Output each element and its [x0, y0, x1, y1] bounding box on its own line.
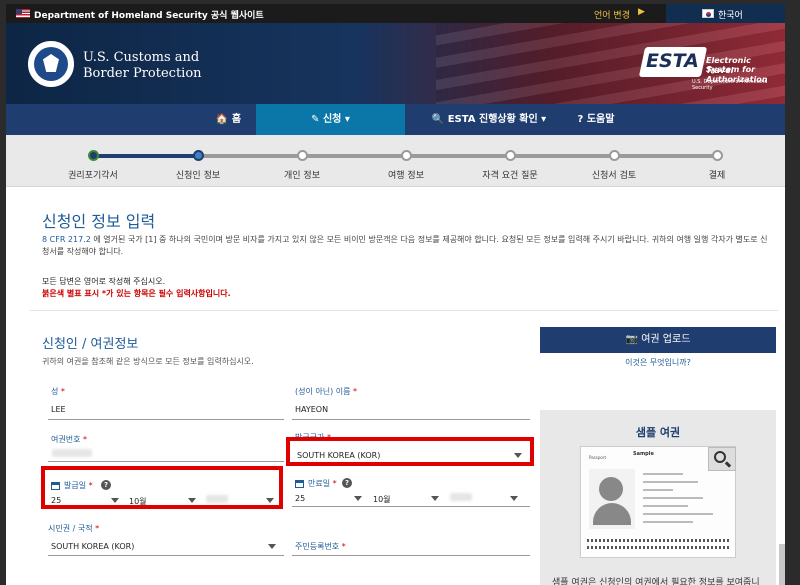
highlight-box-issue-date	[41, 466, 283, 509]
what-is-this-link[interactable]: 이것은 무엇입니까?	[540, 357, 776, 368]
browser-frame: Department of Homeland Security 공식 웹사이트 …	[6, 4, 785, 585]
progress-step-label: 신청서 검토	[591, 171, 637, 181]
esta-subtitle-3: U.S. Department of Homeland Security	[692, 79, 768, 91]
scrollbar[interactable]	[779, 544, 785, 585]
passport-mrz-line	[587, 539, 731, 542]
progress-step-dot	[712, 150, 723, 161]
dhs-seal-icon[interactable]	[28, 41, 74, 87]
agency-name-line1: U.S. Customs and	[83, 50, 200, 65]
section-desc: 귀하의 여권을 참조해 같은 방식으로 모든 정보를 입력하십시오.	[42, 357, 254, 366]
progress-step-dot	[193, 150, 204, 161]
passport-text-line	[643, 497, 703, 499]
progress-stepper: 권리포기각서 신청인 정보 개인 정보 여행 정보 자격 요건 질문 신청서 검토 결제	[6, 135, 785, 187]
calendar-icon	[295, 480, 304, 488]
expiry-month-select[interactable]: 10월	[373, 494, 391, 505]
national-id-label: 주민등록번호 *	[295, 542, 346, 551]
cfr-link[interactable]: 8 CFR 217.2	[42, 235, 91, 244]
intro-text: 8 CFR 217.2 에 열거된 국가 [1] 중 하나의 국민이며 방문 비…	[42, 234, 768, 258]
gov-banner: Department of Homeland Security 공식 웹사이트 …	[6, 4, 785, 23]
sample-passport-panel: 샘플 여권 Passport Sample 샘플 여권은 신청인의 여권에서 필…	[540, 410, 776, 585]
english-note: 모든 답변은 영어로 작성해 주십시오.	[42, 277, 166, 286]
nav-status-check[interactable]: 🔍 ESTA 진행상황 확인 ▾	[414, 104, 564, 135]
progress-step-dot	[609, 150, 620, 161]
chevron-down-icon[interactable]	[510, 496, 518, 501]
main-nav: 🏠 홈 ✎ 신청 ▾ 🔍 ESTA 진행상황 확인 ▾ ? 도움말	[6, 104, 785, 135]
search-icon	[714, 451, 726, 463]
passport-text-line	[643, 489, 673, 491]
required-note: 붉은색 별표 표시 *가 있는 항목은 필수 입력사항입니다.	[42, 289, 231, 298]
expiry-date-underline	[292, 506, 530, 507]
passport-number-underline	[48, 461, 284, 462]
progress-step-label: 권리포기각서	[68, 171, 118, 181]
progress-step-label: 결제	[708, 171, 726, 181]
section-title: 신청인 / 여권정보	[42, 337, 139, 352]
passport-text-line	[643, 513, 713, 515]
citizenship-select[interactable]: SOUTH KOREA (KOR)	[51, 542, 134, 551]
citizenship-label: 시민권 / 국적 *	[48, 524, 100, 533]
given-name-input[interactable]: HAYEON	[295, 405, 328, 414]
gov-banner-text: Department of Homeland Security 공식 웹사이트	[34, 11, 264, 21]
person-silhouette-icon	[599, 477, 623, 501]
passport-mrz-line	[587, 546, 731, 549]
progress-step-dot	[297, 150, 308, 161]
passport-number-redacted[interactable]	[52, 449, 92, 457]
surname-label: 성 *	[51, 387, 65, 396]
national-id-underline	[292, 555, 530, 556]
sample-passport-caption: 샘플 여권은 신청인의 여권에서 필요한 정보를 보여줍니	[552, 578, 760, 585]
us-flag-icon	[16, 9, 30, 18]
passport-number-label: 여권번호 *	[51, 435, 87, 444]
progress-step-dot	[505, 150, 516, 161]
progress-step-dot	[401, 150, 412, 161]
given-name-underline	[292, 419, 530, 420]
upload-passport-button[interactable]: 📷 여권 업로드	[540, 327, 776, 353]
intro-body: 에 열거된 국가 [1] 중 하나의 국민이며 방문 비자를 가지고 있지 않은…	[42, 235, 768, 256]
highlight-box-issuing-country	[286, 437, 534, 466]
language-change-link[interactable]: 언어 변경	[594, 8, 630, 21]
progress-step-label: 자격 요건 질문	[482, 171, 538, 181]
sample-passport-image: Passport Sample	[580, 446, 736, 558]
nav-home[interactable]: 🏠 홈	[201, 104, 256, 135]
progress-step-label: 여행 정보	[388, 171, 424, 181]
section-divider	[30, 310, 778, 311]
passport-text-line	[643, 481, 698, 483]
chevron-down-icon[interactable]	[431, 496, 439, 501]
expiry-date-label: 만료일 *	[308, 479, 337, 488]
passport-text-line	[643, 473, 683, 475]
expiry-day-select[interactable]: 25	[295, 494, 305, 503]
passport-type-text: Passport	[589, 455, 607, 460]
page-title: 신청인 정보 입력	[42, 212, 156, 231]
progress-step-label: 개인 정보	[284, 171, 320, 181]
given-name-label: (성이 아닌) 이름 *	[295, 387, 358, 396]
citizenship-underline	[48, 555, 284, 556]
help-icon[interactable]: ?	[342, 478, 352, 488]
sample-passport-title: 샘플 여권	[635, 426, 681, 439]
nav-apply[interactable]: ✎ 신청 ▾	[256, 104, 405, 135]
site-header: U.S. Customs and Border Protection ESTA …	[6, 23, 785, 104]
expiry-year-redacted[interactable]	[450, 493, 472, 501]
agency-name-line2: Border Protection	[83, 66, 202, 81]
progress-track-complete	[93, 154, 198, 158]
progress-step-label: 신청인 정보	[175, 171, 221, 181]
passport-text-line	[643, 521, 693, 523]
progress-step-dot	[88, 150, 99, 161]
current-language[interactable]: 한국어	[718, 8, 743, 21]
arrow-right-icon: ▶	[638, 7, 645, 17]
chevron-down-icon[interactable]	[268, 544, 276, 549]
passport-text-line	[643, 505, 688, 507]
passport-sample-label: Sample	[633, 451, 654, 457]
main-content: 신청인 정보 입력 8 CFR 217.2 에 열거된 국가 [1] 중 하나의…	[20, 200, 785, 585]
nav-help[interactable]: ? 도움말	[566, 104, 626, 135]
esta-logo-text: ESTA	[646, 50, 699, 72]
korea-flag-icon	[702, 9, 714, 18]
surname-input[interactable]: LEE	[51, 405, 66, 414]
chevron-down-icon[interactable]	[354, 496, 362, 501]
surname-underline	[48, 419, 284, 420]
